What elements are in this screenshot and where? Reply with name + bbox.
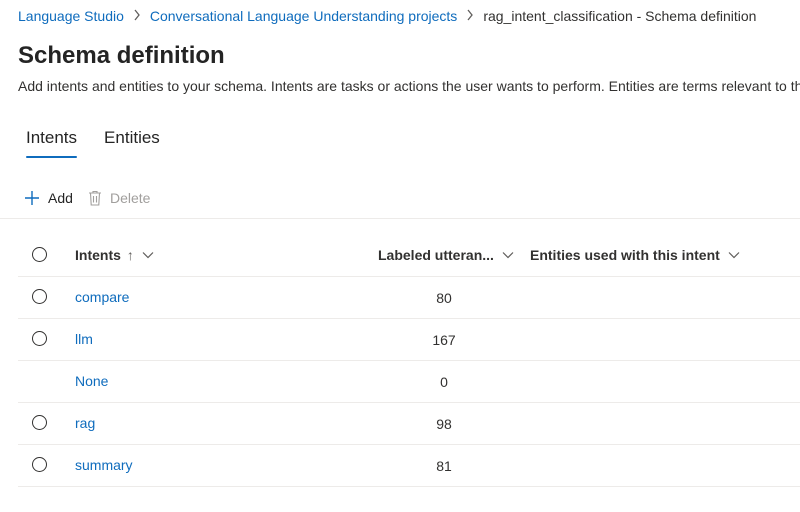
breadcrumb: Language Studio Conversational Language … [18, 6, 756, 26]
schema-definition-page: Language Studio Conversational Language … [0, 0, 800, 512]
chevron-down-icon [728, 252, 740, 259]
intent-name-link[interactable]: compare [75, 289, 129, 305]
labeled-utterances-count: 0 [440, 374, 448, 390]
add-button-label: Add [48, 190, 73, 206]
delete-button-label: Delete [110, 190, 151, 206]
labeled-utterances-count: 80 [436, 290, 452, 306]
page-title: Schema definition [18, 42, 225, 69]
intent-name-link[interactable]: summary [75, 457, 133, 473]
tab-list: Intents Entities [26, 128, 187, 158]
row-select-radio[interactable] [32, 415, 47, 430]
delete-button[interactable]: Delete [88, 188, 150, 208]
table-row[interactable]: None 0 [18, 361, 800, 403]
chevron-down-icon [142, 252, 154, 259]
chevron-right-icon [457, 9, 483, 24]
column-header-entities-label: Entities used with this intent [530, 247, 720, 263]
table-row[interactable]: rag 98 [18, 403, 800, 445]
table-row[interactable]: compare 80 [18, 277, 800, 319]
page-description: Add intents and entities to your schema.… [18, 78, 800, 94]
row-select-radio[interactable] [32, 289, 47, 304]
column-header-intents-label: Intents [75, 247, 121, 263]
row-select-radio[interactable] [32, 457, 47, 472]
intents-table: Intents ↑ Labeled utteran... Entities us… [18, 234, 800, 487]
intent-name-link[interactable]: llm [75, 331, 93, 347]
intent-name-link[interactable]: None [75, 373, 108, 389]
tab-intents[interactable]: Intents [26, 128, 78, 158]
labeled-utterances-count: 81 [436, 458, 452, 474]
column-header-labeled-label: Labeled utteran... [378, 247, 494, 263]
breadcrumb-language-studio[interactable]: Language Studio [18, 8, 124, 24]
column-header-intents[interactable]: Intents ↑ [75, 247, 154, 263]
plus-icon [25, 191, 39, 205]
labeled-utterances-count: 167 [432, 332, 456, 348]
table-row[interactable]: llm 167 [18, 319, 800, 361]
intent-name-link[interactable]: rag [75, 415, 95, 431]
breadcrumb-current: rag_intent_classification - Schema defin… [483, 8, 757, 24]
trash-icon [89, 190, 101, 206]
tab-entities[interactable]: Entities [104, 128, 160, 158]
column-header-labeled-utterances[interactable]: Labeled utteran... [378, 247, 514, 263]
labeled-utterances-count: 98 [436, 416, 452, 432]
chevron-down-icon [502, 252, 514, 259]
add-button[interactable]: Add [24, 188, 73, 208]
breadcrumb-clu-projects[interactable]: Conversational Language Understanding pr… [150, 8, 457, 24]
table-header: Intents ↑ Labeled utteran... Entities us… [18, 234, 800, 277]
row-select-radio[interactable] [32, 331, 47, 346]
column-header-entities[interactable]: Entities used with this intent [530, 247, 740, 263]
chevron-right-icon [124, 9, 150, 24]
table-row[interactable]: summary 81 [18, 445, 800, 487]
select-all-radio[interactable] [32, 247, 47, 262]
command-bar: Add Delete [0, 182, 800, 219]
arrow-up-icon: ↑ [126, 247, 134, 263]
